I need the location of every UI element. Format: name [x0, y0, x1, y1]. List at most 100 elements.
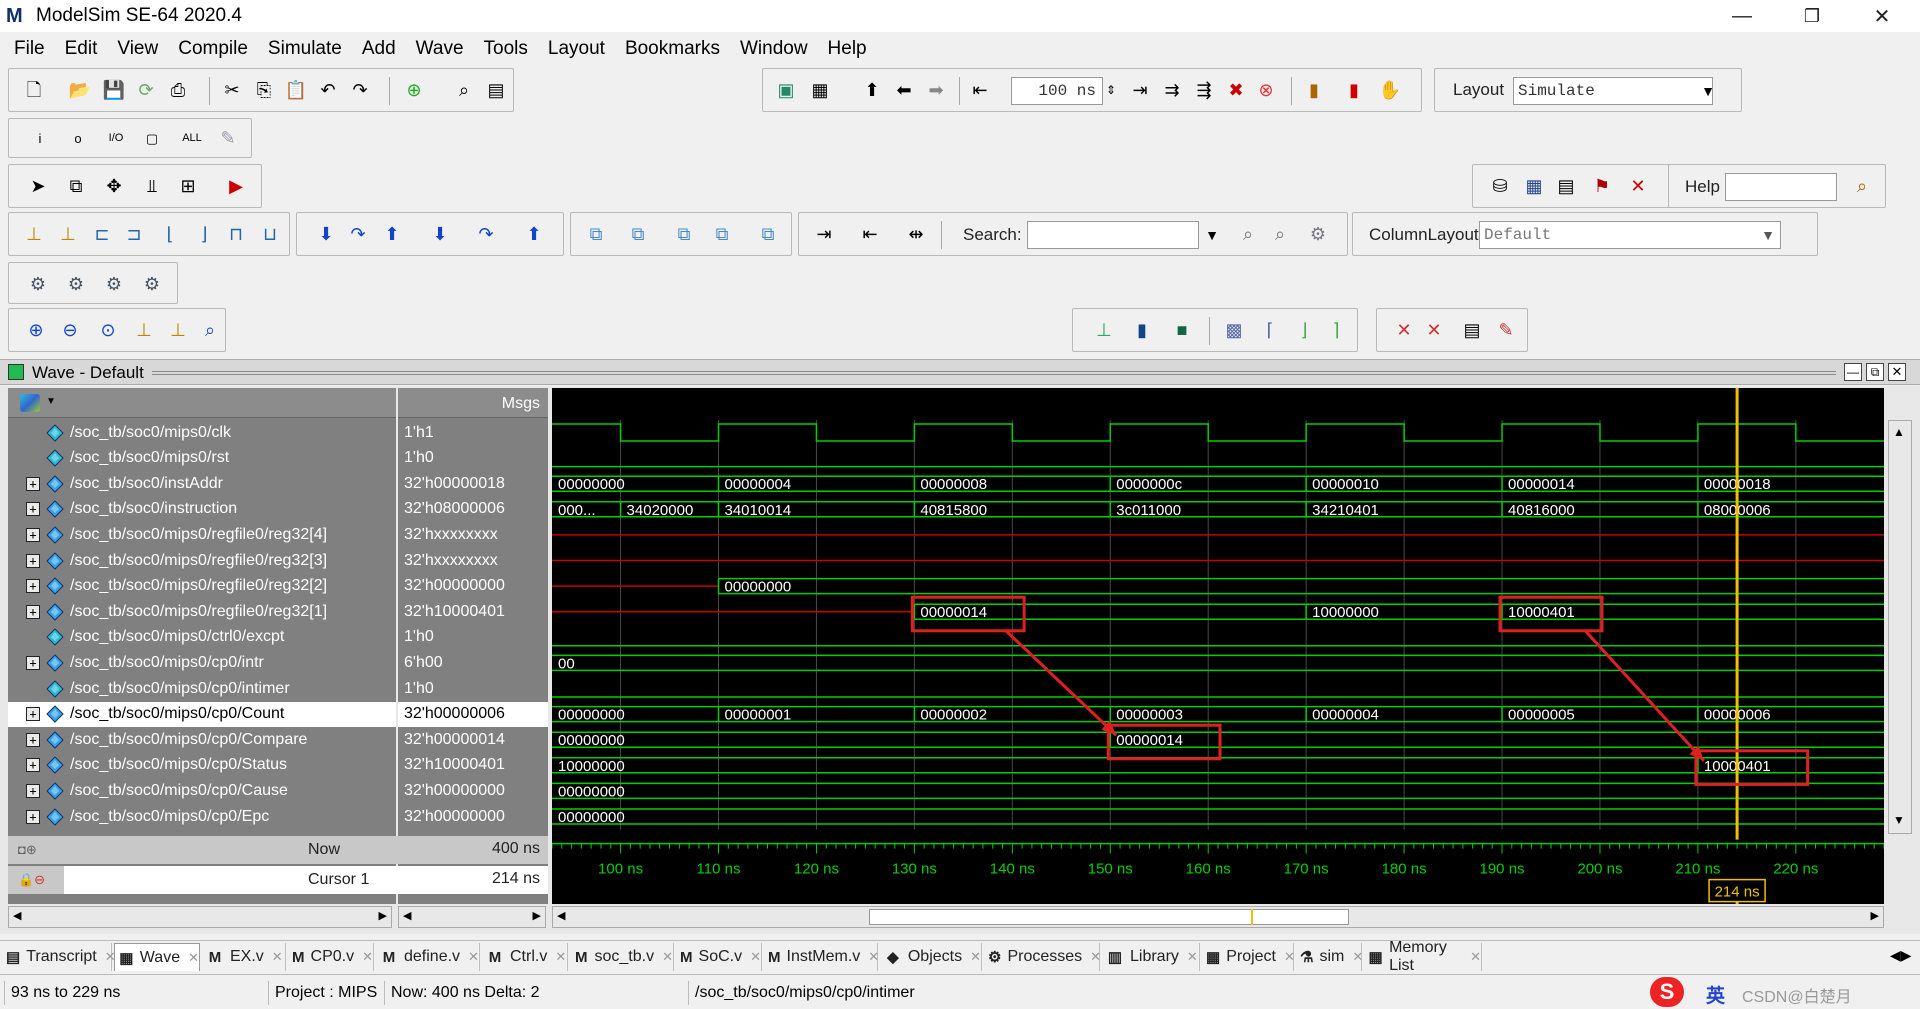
format-analog-icon[interactable]: ▩	[1221, 317, 1247, 343]
expand-plus-icon[interactable]: +	[26, 758, 40, 773]
wave-scroll-right-icon[interactable]: ▶	[1871, 909, 1879, 922]
scroll-left-icon[interactable]: ◀	[13, 909, 21, 922]
format-backstep-icon[interactable]: ⌉	[1323, 317, 1349, 343]
delete-selected-icon[interactable]: ✕	[1421, 317, 1447, 343]
tab-close-icon[interactable]: ✕	[1352, 949, 1363, 965]
menu-window[interactable]: Window	[730, 34, 818, 64]
tab-close-icon[interactable]: ✕	[970, 949, 981, 965]
wave-hscrollbar[interactable]: ◀ ▶	[552, 906, 1884, 928]
compare-add-icon[interactable]: ⧉	[625, 221, 651, 247]
name-hscrollbar[interactable]: ◀ ▶	[8, 906, 392, 928]
step-into-icon[interactable]: ⬇	[313, 221, 339, 247]
signal-row[interactable]: + /soc_tb/soc0/mips0/cp0/Count	[8, 701, 396, 727]
tab-sim[interactable]: ⚗ sim ✕	[1296, 943, 1363, 971]
expand-plus-icon[interactable]: +	[26, 502, 40, 517]
menu-view[interactable]: View	[107, 34, 168, 64]
header-chevron-down-icon[interactable]: ▼	[46, 396, 56, 407]
cut-icon[interactable]: ✂	[219, 77, 245, 103]
prev-transition-icon[interactable]: ⌊	[157, 221, 183, 247]
expand-plus-icon[interactable]: +	[26, 809, 40, 824]
internal-icon[interactable]: ▢	[139, 125, 165, 151]
tab-define-v[interactable]: Mdefine.v ✕	[376, 943, 480, 971]
help-search-icon[interactable]: ⌕	[1849, 173, 1875, 199]
tab-instmem-v[interactable]: M InstMem.v ✕	[764, 943, 879, 971]
step-back-over-icon[interactable]: ↷	[473, 221, 499, 247]
rising-edge-icon[interactable]: ⊔	[257, 221, 283, 247]
maximize-button[interactable]: ❐	[1782, 0, 1842, 32]
zoom-in-icon[interactable]: ⊕	[23, 317, 49, 343]
tab-scroll-icon[interactable]: ◀▶	[1890, 947, 1912, 964]
close-button[interactable]: ✕	[1852, 0, 1912, 32]
compare-options-icon[interactable]: ⧉	[671, 221, 697, 247]
search-backward-icon[interactable]: ⌕	[1267, 221, 1293, 247]
cursor-lock-icon[interactable]: 🔒⊖	[18, 872, 45, 888]
zoom-mode-icon[interactable]: ⧉	[63, 173, 89, 199]
expand-plus-icon[interactable]: +	[26, 707, 40, 722]
expand-plus-icon[interactable]: +	[26, 783, 40, 798]
find-binoculars-icon[interactable]: ⌕	[451, 77, 477, 103]
pan-icon[interactable]: ✥	[101, 173, 127, 199]
gear-stop-icon[interactable]: ⚙	[139, 271, 165, 297]
layout-select[interactable]: Simulate	[1513, 77, 1713, 105]
wave-scroll-thumb[interactable]	[869, 909, 1349, 925]
panel-undock-icon[interactable]: ⧉	[1866, 363, 1884, 381]
tab-soc-v[interactable]: M SoC.v ✕	[676, 943, 762, 971]
delete-all-icon[interactable]: ✕	[1391, 317, 1417, 343]
signal-value-pane[interactable]: Msgs 1'h1 1'h0 32'h00000018 32'h08000006 32'…	[398, 388, 548, 904]
vertical-scrollbar[interactable]: ▲ ▼	[1888, 420, 1912, 834]
menu-simulate[interactable]: Simulate	[258, 34, 352, 64]
zoom-area-icon[interactable]: ⌕	[197, 317, 223, 343]
insert-cursor-icon[interactable]: ⊥	[21, 221, 47, 247]
expand-plus-icon[interactable]: +	[26, 527, 40, 542]
signal-row[interactable]: + /soc_tb/soc0/mips0/regfile0/reg32[1]	[8, 599, 396, 624]
run-length-field[interactable]: 100 ns	[1011, 77, 1103, 105]
menu-compile[interactable]: Compile	[168, 34, 258, 64]
signal-row[interactable]: + /soc_tb/soc0/instruction	[8, 497, 396, 522]
tab-close-icon[interactable]: ✕	[362, 949, 373, 965]
tab-cp0-v[interactable]: M CP0.v ✕	[288, 943, 374, 971]
zoom-out-icon[interactable]: ⊖	[57, 317, 83, 343]
menu-add[interactable]: Add	[352, 34, 406, 64]
tab-soc-tb-v[interactable]: Msoc_tb.v ✕	[570, 943, 674, 971]
tab-close-icon[interactable]: ✕	[1284, 949, 1295, 965]
properties-icon[interactable]: ▤	[1459, 317, 1485, 343]
new-file-icon[interactable]: 🗋	[21, 77, 47, 103]
now-tools-icon[interactable]: ◘⊕	[18, 842, 37, 858]
chevron-down-icon[interactable]: ▼	[1695, 79, 1721, 103]
signal-row[interactable]: + /soc_tb/soc0/mips0/regfile0/reg32[4]	[8, 522, 396, 547]
restart-icon[interactable]: ⇤	[967, 77, 993, 103]
search-forward-icon[interactable]: ⌕	[1235, 221, 1261, 247]
save-icon[interactable]: 💾	[101, 77, 127, 103]
tab-transcript[interactable]: ▤ Transcript ✕	[2, 943, 116, 971]
wave-scroll-left-icon[interactable]: ◀	[557, 909, 565, 922]
search-options-icon[interactable]: ⚙	[1305, 221, 1331, 247]
tab-close-icon[interactable]: ✕	[1090, 949, 1101, 965]
compare-run-icon[interactable]: ⧉	[709, 221, 735, 247]
tab-close-icon[interactable]: ✕	[468, 949, 479, 965]
panel-close-icon[interactable]: ✕	[1888, 363, 1906, 381]
continue-icon[interactable]: ⇉	[1159, 77, 1185, 103]
reload-icon[interactable]: ⟳	[133, 77, 159, 103]
value-scroll-right-icon[interactable]: ▶	[533, 909, 541, 922]
performance-icon[interactable]: ▮	[1301, 77, 1327, 103]
tab-objects[interactable]: ◆ Objects ✕	[880, 943, 982, 971]
redo-icon[interactable]: ↷	[347, 77, 373, 103]
prev-edge-icon[interactable]: ⊏	[89, 221, 115, 247]
gear-run-icon[interactable]: ⚙	[63, 271, 89, 297]
step-out-icon[interactable]: ⬆	[379, 221, 405, 247]
tab-library[interactable]: ▥ Library ✕	[1102, 943, 1200, 971]
print-icon[interactable]: ⎙	[165, 77, 191, 103]
signal-row[interactable]: /soc_tb/soc0/mips0/clk	[8, 420, 396, 445]
output-icon[interactable]: o	[65, 125, 91, 151]
tab-close-icon[interactable]: ✕	[1470, 949, 1481, 965]
open-folder-icon[interactable]: 📂	[67, 77, 93, 103]
compile-all-icon[interactable]: ▦	[807, 77, 833, 103]
gear-icon[interactable]: ⚙	[25, 271, 51, 297]
run-icon[interactable]: ⇥	[1127, 77, 1153, 103]
expand-icon[interactable]: ⇥	[811, 221, 837, 247]
help-search-input[interactable]	[1730, 174, 1836, 200]
signal-row[interactable]: + /soc_tb/soc0/mips0/cp0/Compare	[8, 727, 396, 752]
tab-close-icon[interactable]: ✕	[750, 949, 761, 965]
compile-icon[interactable]: ▣	[773, 77, 799, 103]
panel-drag-grip[interactable]	[152, 371, 1836, 375]
